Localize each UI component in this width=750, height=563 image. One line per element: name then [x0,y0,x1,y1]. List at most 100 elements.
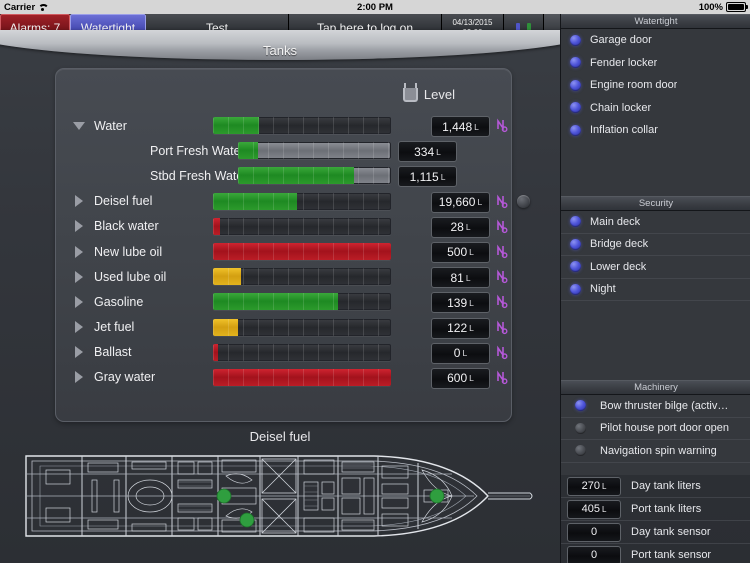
sidebar-section: Watertight Garage door Fender locker Engine… [561,14,750,196]
alarm-waveform-icon[interactable] [496,193,509,209]
tank-value: 81 [450,270,464,285]
alarm-waveform-icon[interactable] [496,293,509,309]
tank-value-box[interactable]: 28 L [431,216,490,238]
chevron-right-icon[interactable] [68,195,90,208]
sidebar-item-engine-room-door[interactable]: Engine room door [561,74,750,97]
tank-row[interactable]: Port Fresh Water 334 L [56,138,511,163]
battery-percent-label: 100% [698,1,723,13]
page-title-banner: Tanks [0,30,600,62]
battery-full-icon [726,2,748,12]
sidebar-item-label: Fender locker [590,56,658,69]
tank-bar-ticks [213,117,391,134]
sidebar-field-day-tank-liters[interactable]: 270 L Day tank liters [561,475,750,498]
field-value: 405 [581,503,600,515]
tank-row[interactable]: Black water 28 L [56,214,511,239]
sidebar-item-fender-locker[interactable]: Fender locker [561,52,750,75]
tank-unit: L [477,197,483,208]
tank-rows: Water 1,448 L Port Fresh Water 334 L Stbd Fres… [56,113,530,390]
alarm-waveform-icon[interactable] [496,344,509,360]
chevron-right-icon[interactable] [68,245,90,258]
sidebar-item-main-deck[interactable]: Main deck [561,211,750,234]
sidebar-item-inflation-collar[interactable]: Inflation collar [561,119,750,142]
sidebar-item-bridge-deck[interactable]: Bridge deck [561,234,750,256]
tank-value-box[interactable]: 500 L [431,241,490,263]
sidebar-field-port-tank-liters[interactable]: 405 L Port tank liters [561,498,750,521]
status-led-on-icon [570,283,581,295]
tank-value-box[interactable]: 19,660 L [431,191,490,213]
field-value: 0 [590,549,598,561]
tank-value-box[interactable]: 0L [431,342,490,364]
tank-value-box[interactable]: 334 L [398,141,457,163]
tank-value-box[interactable]: 81 L [431,267,490,289]
field-value-box[interactable]: 405 L [567,499,621,519]
sidebar-item-chain-locker[interactable]: Chain locker [561,97,750,120]
chevron-right-icon[interactable] [68,270,90,283]
tank-row[interactable]: Ballast 0 L [56,340,511,365]
sidebar-item-night[interactable]: Night [561,279,750,301]
tank-level-bar [238,142,391,160]
sidebar-section: Machinery Bow thruster bilge (activ… Pilot… [561,380,750,475]
sensor-dot [239,512,255,528]
alarm-waveform-icon[interactable] [496,243,509,259]
tank-value-box[interactable]: 1,448 L [431,116,490,137]
tank-name-label: Gray water [94,370,156,385]
status-led-on-icon [575,400,586,412]
tank-unit: L [469,247,474,258]
sidebar-item-bow-thruster-bilge-activ[interactable]: Bow thruster bilge (activ… [561,395,750,418]
tank-row[interactable]: Gray water 600 L [56,365,511,390]
level-header-label: Level [423,87,455,102]
tank-row[interactable]: Used lube oil 81 L [56,264,511,289]
sidebar-field-port-tank-sensor[interactable]: 0 Port tank sensor [561,544,750,563]
sidebar-item-garage-door[interactable]: Garage door [561,29,750,52]
sidebar-section: Security Main deck Bridge deck Lower deck Ni… [561,196,750,380]
alarm-waveform-icon[interactable] [496,218,509,234]
chevron-right-icon[interactable] [68,371,90,384]
tank-bar-ticks [213,343,391,361]
status-led-on-icon [570,34,581,46]
tank-name-label: Jet fuel [94,320,135,335]
chevron-down-icon[interactable] [68,121,90,130]
chevron-right-icon[interactable] [68,346,90,359]
tank-unit: L [469,373,474,384]
tank-row[interactable]: Jet fuel 122 L [56,315,511,340]
tank-bar-ticks [213,242,391,260]
status-led-on-icon [570,238,581,250]
page-title: Tanks [263,43,297,58]
sidebar-item-navigation-spin-warning[interactable]: Navigation spin warning [561,440,750,463]
field-value: 0 [590,526,598,538]
chevron-right-icon[interactable] [68,321,90,334]
field-value-box[interactable]: 0 [567,545,621,563]
chevron-right-icon[interactable] [68,295,90,308]
alarm-waveform-icon[interactable] [496,369,509,385]
field-value-box[interactable]: 270 L [567,476,621,496]
ship-deck-plan[interactable] [22,446,538,558]
tank-row[interactable]: New lube oil 500 L [56,239,511,264]
sidebar-item-pilot-house-port-door-open[interactable]: Pilot house port door open [561,418,750,440]
sidebar-item-lower-deck[interactable]: Lower deck [561,256,750,279]
tank-name-label: Deisel fuel [94,194,153,209]
tank-bar-ticks [213,268,391,286]
status-led-off-icon [575,445,586,457]
tank-name-label: Port Fresh Water [150,143,245,158]
sidebar-section-header: Security [561,196,750,211]
tank-row[interactable]: Water 1,448 L [56,113,511,138]
alarm-waveform-icon[interactable] [496,319,509,335]
alarm-waveform-icon[interactable] [496,117,509,133]
tank-bar-ticks [213,318,391,336]
field-value-box[interactable]: 0 [567,522,621,542]
chevron-right-icon[interactable] [68,220,90,233]
tank-row[interactable]: Gasoline 139 L [56,289,511,314]
sidebar-field-day-tank-sensor[interactable]: 0 Day tank sensor [561,521,750,544]
tank-name-label: Water [94,118,127,133]
tank-value: 1,115 [409,169,439,184]
alarm-waveform-icon[interactable] [496,268,509,284]
tank-unit: L [469,323,474,333]
tank-value-box[interactable]: 1,115 L [398,166,457,188]
tank-row[interactable]: Stbd Fresh Water 1,115 L [56,163,511,188]
tank-value-box[interactable]: 600 L [431,367,490,389]
tank-value-box[interactable]: 122 L [431,317,490,339]
dial-knob-icon[interactable] [517,194,530,208]
tank-value-box[interactable]: 139 L [431,292,490,314]
status-led-on-icon [570,79,581,91]
tank-row[interactable]: Deisel fuel 19,660 L [56,189,530,214]
